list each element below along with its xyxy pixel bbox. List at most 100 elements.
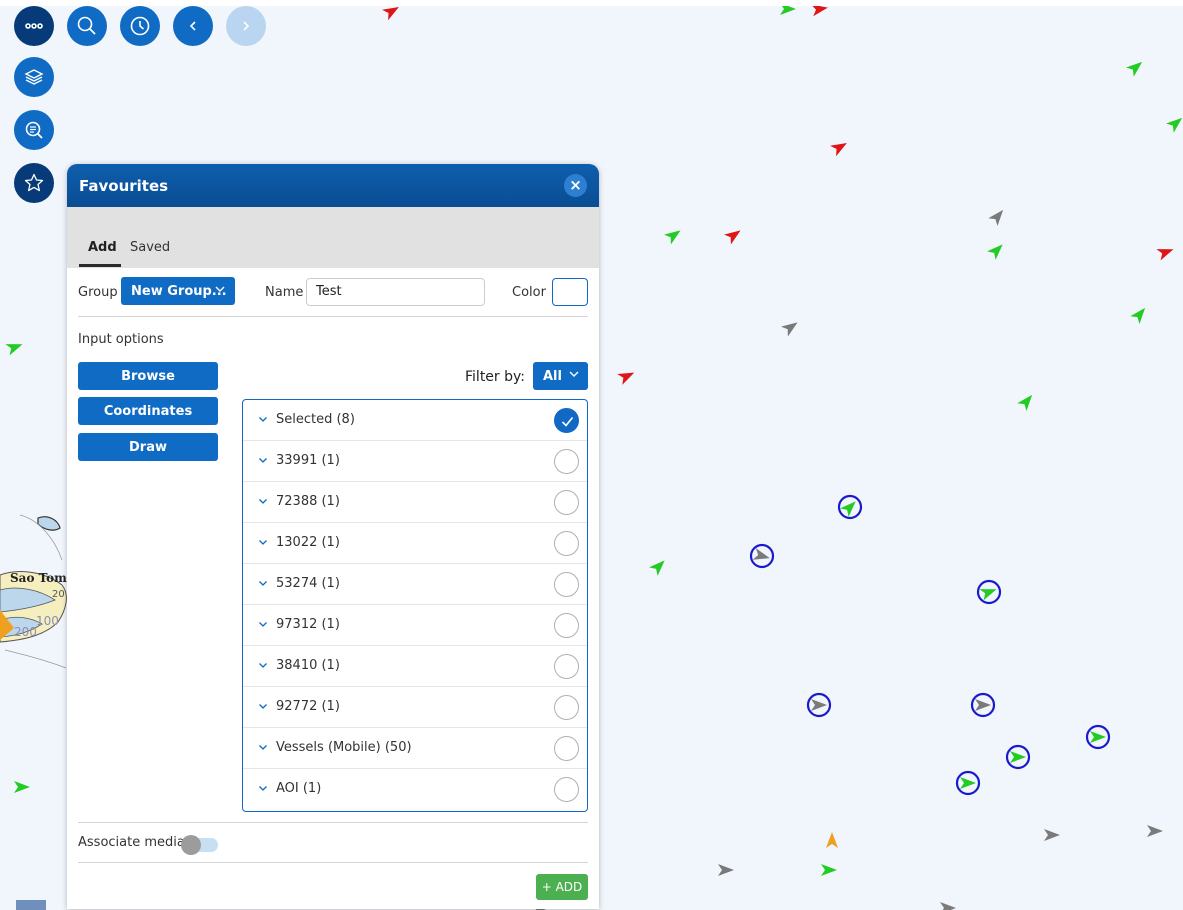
chevron-down-icon[interactable] xyxy=(257,782,269,794)
vessel-marker[interactable] xyxy=(780,6,796,15)
vessel-marker[interactable] xyxy=(811,699,827,711)
chevron-down-icon[interactable] xyxy=(257,700,269,712)
vessel-marker[interactable] xyxy=(724,225,744,245)
list-item-checkbox[interactable] xyxy=(554,449,579,474)
chevron-down-icon[interactable] xyxy=(257,495,269,507)
vessel-marker[interactable] xyxy=(960,777,976,789)
toggle-knob xyxy=(181,835,201,855)
list-item[interactable]: 13022 (1) xyxy=(243,523,587,564)
list-item-checkbox[interactable] xyxy=(554,613,579,638)
list-item-checkbox[interactable] xyxy=(554,572,579,597)
close-button[interactable]: × xyxy=(564,174,587,197)
list-item[interactable]: 92772 (1) xyxy=(243,687,587,728)
chevron-down-icon[interactable] xyxy=(257,741,269,753)
vessel-marker[interactable] xyxy=(752,548,772,564)
list-item[interactable]: AOI (1) xyxy=(243,769,587,810)
vessel-marker[interactable] xyxy=(840,497,860,517)
active-tab-indicator xyxy=(79,264,121,267)
chevron-down-icon[interactable] xyxy=(257,618,269,630)
vessel-marker[interactable] xyxy=(988,206,1007,226)
vessel-marker[interactable] xyxy=(830,138,850,157)
list-item[interactable]: 72388 (1) xyxy=(243,482,587,523)
list-item[interactable]: 53274 (1) xyxy=(243,564,587,605)
vessel-marker[interactable] xyxy=(14,781,30,793)
color-picker[interactable] xyxy=(552,278,588,306)
vessel-marker[interactable] xyxy=(1126,57,1146,77)
vessel-marker[interactable] xyxy=(826,832,838,848)
input-options-label: Input options xyxy=(78,332,164,347)
filter-select[interactable]: All xyxy=(533,362,588,390)
list-item-checkbox[interactable] xyxy=(554,777,579,802)
vessel-marker[interactable] xyxy=(664,225,684,245)
list-item-checkbox[interactable] xyxy=(554,531,579,556)
vessel-marker[interactable] xyxy=(979,584,998,601)
list-item[interactable]: Vessels (Mobile) (50) xyxy=(243,728,587,769)
vessel-marker[interactable] xyxy=(821,864,837,876)
tab-add[interactable]: Add xyxy=(88,240,117,255)
layers-button[interactable] xyxy=(14,57,54,97)
more-dots-icon xyxy=(25,23,43,29)
list-item-label: 97312 (1) xyxy=(276,617,340,632)
chevron-down-icon[interactable] xyxy=(257,454,269,466)
vessel-marker[interactable] xyxy=(1166,113,1183,133)
chevron-down-icon[interactable] xyxy=(257,413,269,425)
history-button[interactable] xyxy=(120,6,160,46)
vessel-marker[interactable] xyxy=(940,902,956,910)
vessel-marker[interactable] xyxy=(718,864,734,876)
list-item-checkbox[interactable] xyxy=(554,695,579,720)
list-item-label: 13022 (1) xyxy=(276,535,340,550)
zoom-search-button[interactable] xyxy=(14,110,54,150)
vessel-marker[interactable] xyxy=(649,556,669,576)
vessel-marker[interactable] xyxy=(1044,829,1060,841)
favourites-button[interactable] xyxy=(14,163,54,203)
vessel-marker[interactable] xyxy=(1147,825,1163,837)
vessel-marker[interactable] xyxy=(5,339,24,356)
vessel-marker[interactable] xyxy=(1017,391,1036,411)
coordinates-button[interactable]: Coordinates xyxy=(78,397,218,425)
list-item-checkbox[interactable] xyxy=(554,408,579,433)
panel-title: Favourites xyxy=(79,176,169,195)
search-button[interactable] xyxy=(67,6,107,46)
map-control[interactable] xyxy=(16,900,46,910)
back-button[interactable] xyxy=(173,6,213,46)
list-item[interactable]: 33991 (1) xyxy=(243,441,587,482)
menu-button[interactable] xyxy=(14,6,54,46)
browse-button[interactable]: Browse xyxy=(78,362,218,390)
vessel-marker[interactable] xyxy=(1010,751,1026,763)
vessel-marker[interactable] xyxy=(975,699,991,711)
vessel-marker[interactable] xyxy=(781,317,801,337)
vessel-marker[interactable] xyxy=(987,240,1007,260)
vessel-marker[interactable] xyxy=(1090,731,1106,743)
forward-button[interactable] xyxy=(226,6,266,46)
vessel-marker[interactable] xyxy=(382,6,402,21)
associate-media-toggle[interactable] xyxy=(181,835,218,855)
add-button[interactable]: + ADD xyxy=(536,874,588,900)
filter-label: Filter by: xyxy=(465,369,525,385)
vessel-marker[interactable] xyxy=(617,367,637,385)
selection-list: Selected (8) 33991 (1) 72388 (1) 13022 (1) 5… xyxy=(242,399,588,812)
list-item[interactable]: 97312 (1) xyxy=(243,605,587,646)
list-item-label: 53274 (1) xyxy=(276,576,340,591)
vessel-marker[interactable] xyxy=(1156,244,1175,261)
vessel-marker[interactable] xyxy=(811,6,829,17)
draw-button[interactable]: Draw xyxy=(78,433,218,461)
tab-saved[interactable]: Saved xyxy=(130,240,170,255)
list-item[interactable]: 38410 (1) xyxy=(243,646,587,687)
list-item-label: Selected (8) xyxy=(276,412,355,427)
vessel-marker[interactable] xyxy=(1130,304,1149,324)
close-icon: × xyxy=(569,176,582,194)
list-item-checkbox[interactable] xyxy=(554,736,579,761)
group-select[interactable]: New Group... xyxy=(121,277,235,305)
chevron-down-icon[interactable] xyxy=(257,659,269,671)
zoom-search-icon xyxy=(25,121,43,139)
name-label: Name xyxy=(265,285,304,300)
list-item[interactable]: Selected (8) xyxy=(243,400,587,441)
chevron-down-icon[interactable] xyxy=(257,536,269,548)
chevron-left-icon xyxy=(189,21,196,31)
name-input[interactable]: Test xyxy=(306,278,485,306)
list-item-checkbox[interactable] xyxy=(554,654,579,679)
list-item-checkbox[interactable] xyxy=(554,490,579,515)
chevron-down-icon xyxy=(569,371,579,377)
chevron-down-icon[interactable] xyxy=(257,577,269,589)
divider xyxy=(78,862,588,863)
